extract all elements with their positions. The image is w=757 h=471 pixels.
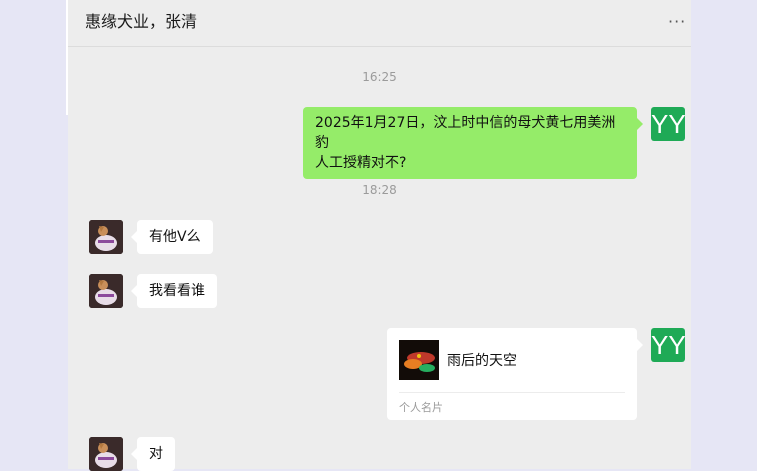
chat-panel: 惠缘犬业，张清 ··· 16:25 2025年1月27日，汶上时中信的母犬黄七用… <box>68 0 691 471</box>
more-dots-icon[interactable]: ··· <box>668 12 686 31</box>
outgoing-message-bubble[interactable]: 2025年1月27日，汶上时中信的母犬黄七用美洲豹 人工授精对不? <box>303 107 637 179</box>
incoming-message-bubble[interactable]: 有他V么 <box>137 220 213 254</box>
timestamp: 18:28 <box>362 183 397 197</box>
self-avatar[interactable]: YY <box>651 328 685 362</box>
timestamp: 16:25 <box>362 70 397 84</box>
night-scene-icon <box>399 340 439 380</box>
contact-avatar[interactable] <box>89 220 123 254</box>
message-line: 2025年1月27日，汶上时中信的母犬黄七用美洲豹 <box>315 115 616 151</box>
card-contact-name: 雨后的天空 <box>447 353 517 369</box>
card-divider <box>399 392 625 393</box>
message-line: 人工授精对不? <box>315 155 407 171</box>
contact-avatar[interactable] <box>89 274 123 308</box>
card-thumbnail <box>399 340 439 380</box>
card-type-label: 个人名片 <box>399 401 443 414</box>
dog-photo-icon <box>89 437 123 471</box>
chat-title: 惠缘犬业，张清 <box>85 12 198 31</box>
right-background <box>691 0 757 469</box>
chat-header: 惠缘犬业，张清 ··· <box>68 0 691 47</box>
self-avatar[interactable]: YY <box>651 107 685 141</box>
contact-avatar[interactable] <box>89 437 123 471</box>
bubble-tail <box>637 118 643 130</box>
left-background <box>0 0 68 469</box>
incoming-message-bubble[interactable]: 我看看谁 <box>137 274 217 308</box>
bubble-tail <box>637 339 643 351</box>
incoming-message-bubble[interactable]: 对 <box>137 437 175 471</box>
contact-card[interactable]: 雨后的天空 个人名片 <box>387 328 637 420</box>
dog-photo-icon <box>89 220 123 254</box>
dog-photo-icon <box>89 274 123 308</box>
